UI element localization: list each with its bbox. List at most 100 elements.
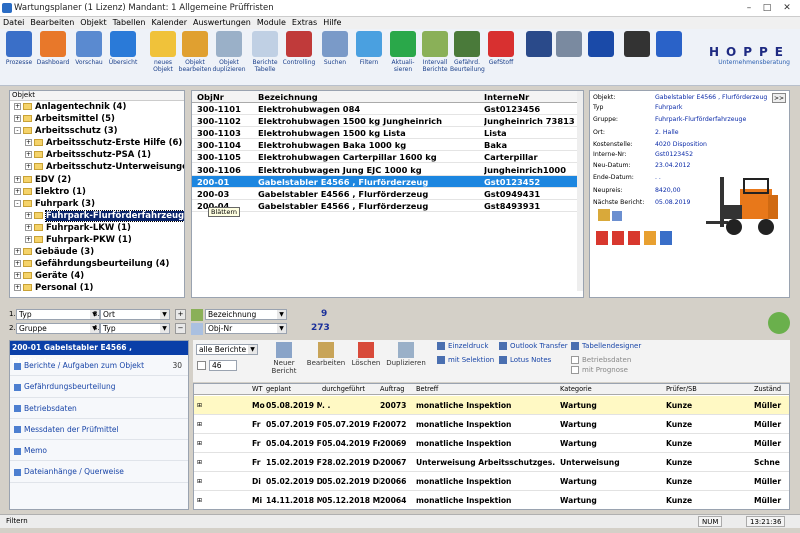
tree-node[interactable]: + Arbeitsschutz-PSA (1): [10, 149, 184, 161]
tree-node[interactable]: + Gebäude (3): [10, 246, 184, 258]
reports-column-header[interactable]: Betreff: [416, 384, 560, 395]
expand-icon[interactable]: +: [14, 103, 21, 110]
report-link-1[interactable]: Outlook Transfer: [499, 342, 568, 350]
grid-row[interactable]: 200-03 Gabelstabler E4566 , Flurförderzeu…: [192, 188, 578, 200]
report-button-3[interactable]: Duplizieren: [385, 342, 427, 367]
report-link-2[interactable]: Tabellendesigner: [571, 342, 641, 350]
menu-item-4[interactable]: Kalender: [149, 17, 191, 29]
report-link-0[interactable]: Einzeldruck: [437, 342, 488, 350]
report-filter-select[interactable]: alle Berichte ▼: [196, 344, 258, 355]
toolbar-button-12[interactable]: Intervall Berichte: [418, 31, 452, 73]
collapse-icon[interactable]: -: [14, 127, 21, 135]
filter-remove-button[interactable]: −: [175, 323, 186, 334]
tree-node[interactable]: + Fuhrpark-LKW (1): [10, 222, 184, 234]
report-button-1[interactable]: Bearbeiten: [305, 342, 347, 367]
toolbar-button-9[interactable]: Suchen: [318, 31, 352, 66]
tree-node[interactable]: - Arbeitsschutz (3): [10, 125, 184, 137]
grid-row[interactable]: 300-1102 Elektrohubwagen 1500 kg Junghein…: [192, 115, 578, 128]
document-icon[interactable]: [598, 209, 610, 221]
filter-add-button[interactable]: +: [175, 309, 186, 320]
document-icon[interactable]: [660, 231, 672, 245]
toolbar-button-3[interactable]: Übersicht: [106, 31, 140, 66]
menu-item-0[interactable]: Datei: [0, 17, 27, 29]
report-link-4[interactable]: Lotus Notes: [499, 356, 551, 364]
sidebar-item[interactable]: Dateianhänge / Querweise: [10, 461, 188, 483]
minimize-icon[interactable]: –: [742, 2, 756, 14]
toolbar-button-14[interactable]: GefStoff: [484, 31, 518, 66]
toolbar-button-5[interactable]: Objekt bearbeiten: [178, 31, 212, 73]
pdf-icon[interactable]: [596, 231, 608, 245]
report-link-3[interactable]: mit Selektion: [437, 356, 494, 364]
expand-icon[interactable]: +: [14, 175, 21, 183]
report-button-0[interactable]: Neuer Bericht: [263, 342, 305, 375]
object-tree[interactable]: Objekt + Anlagentechnik (4) + Arbeitsmittel…: [9, 90, 185, 298]
toolbar-button-18[interactable]: [620, 31, 654, 59]
filter-1-select[interactable]: Typ ▼: [16, 309, 100, 320]
filter-2-select[interactable]: Gruppe ▼: [16, 323, 100, 334]
tree-node[interactable]: + Gefährdungsbeurteilung (4): [10, 258, 184, 270]
reports-column-header[interactable]: durchgeführt: [322, 384, 380, 395]
grid-row[interactable]: 300-1105 Elektrohubwagen Carterpillar 160…: [192, 151, 578, 164]
sidebar-item[interactable]: Memo: [10, 440, 188, 462]
report-row[interactable]: ⊞ Fr 05.04.2019 Fr 05.04.2019 Fr 20069 monatl…: [194, 434, 789, 453]
expand-icon[interactable]: +: [25, 211, 32, 219]
tree-node[interactable]: + Arbeitsschutz-Unterweisungen: [10, 161, 184, 173]
grid-row[interactable]: 300-1101 Elektrohubwagen 084 Gst0123456: [192, 103, 578, 116]
filter-3-select[interactable]: Ort ▼: [100, 309, 170, 320]
sidebar-item[interactable]: Gefährdungsbeurteilung: [10, 376, 188, 398]
tree-node[interactable]: + Arbeitsschutz-Erste Hilfe (6): [10, 137, 184, 149]
expand-icon[interactable]: +: [14, 187, 21, 195]
report-link-6[interactable]: mit Prognose: [571, 366, 628, 374]
expand-icon[interactable]: ⊞: [197, 415, 202, 434]
reports-column-header[interactable]: geplant: [266, 384, 322, 395]
filter-4-select[interactable]: Typ ▼: [100, 323, 170, 334]
expand-icon[interactable]: +: [25, 236, 32, 244]
expand-icon[interactable]: +: [25, 151, 32, 159]
grid-row[interactable]: 300-1104 Elektrohubwagen Baka 1000 kg Baka: [192, 139, 578, 152]
sort-icon[interactable]: [191, 309, 203, 321]
report-row[interactable]: ⊞ Di 05.02.2019 Di 05.02.2019 Di 20066 monatl…: [194, 472, 789, 491]
reports-grid[interactable]: WT geplant durchgeführt Auftrag Betreff Kateg…: [193, 383, 790, 510]
toolbar-button-2[interactable]: Vorschau: [72, 31, 106, 66]
report-row[interactable]: ⊞ Fr 15.02.2019 Fr 28.02.2019 Do 20067 Unterw…: [194, 453, 789, 472]
tree-node[interactable]: + Geräte (4): [10, 270, 184, 282]
expand-icon[interactable]: +: [14, 248, 21, 256]
expand-icon[interactable]: ⊞: [197, 396, 202, 415]
toolbar-button-6[interactable]: Objekt duplizieren: [212, 31, 246, 73]
sort-order-icon[interactable]: [191, 323, 203, 335]
expand-icon[interactable]: ⊞: [197, 472, 202, 491]
grid-column-header[interactable]: InterneNr: [484, 91, 580, 103]
toolbar-button-10[interactable]: Filtern: [352, 31, 386, 66]
notification-badge-icon[interactable]: [768, 312, 790, 334]
toolbar-button-16[interactable]: [552, 31, 586, 59]
reports-column-header[interactable]: Kategorie: [560, 384, 666, 395]
toolbar-button-1[interactable]: Dashboard: [36, 31, 70, 66]
tree-node[interactable]: + Elektro (1): [10, 186, 184, 198]
collapse-icon[interactable]: -: [14, 199, 21, 207]
grid-row[interactable]: 200-01 Gabelstabler E4566 , Flurförderzeu…: [192, 175, 578, 188]
grid-row[interactable]: 300-1106 Elektrohubwagen Jung EJC 1000 kg…: [192, 164, 578, 176]
expand-icon[interactable]: ⊞: [197, 453, 202, 472]
tree-node[interactable]: + Fuhrpark-PKW (1): [10, 234, 184, 246]
menu-item-3[interactable]: Tabellen: [110, 17, 149, 29]
tree-node[interactable]: + Anlagentechnik (4): [10, 101, 184, 113]
tree-node[interactable]: - Fuhrpark (3): [10, 198, 184, 210]
toolbar-button-8[interactable]: Controlling: [282, 31, 316, 66]
sidebar-item[interactable]: Betriebsdaten: [10, 398, 188, 419]
toolbar-button-4[interactable]: neues Objekt: [146, 31, 180, 73]
toolbar-button-19[interactable]: [652, 31, 686, 59]
report-days-input[interactable]: 46: [209, 360, 237, 371]
expand-icon[interactable]: +: [25, 223, 32, 231]
report-row[interactable]: ⊞ Mo05.08.2019 Mo. . 20073 monatliche Inspe…: [194, 396, 789, 415]
expand-icon[interactable]: +: [14, 260, 21, 268]
reports-column-header[interactable]: WT: [252, 384, 266, 395]
tree-node[interactable]: + Personal (1): [10, 282, 184, 294]
menu-item-2[interactable]: Objekt: [77, 17, 109, 29]
menu-item-6[interactable]: Module: [254, 17, 289, 29]
sort-primary-select[interactable]: Bezeichnung ▼: [205, 309, 287, 320]
report-row[interactable]: ⊞ Fr 05.07.2019 Fr 05.07.2019 Fr 20072 monatl…: [194, 415, 789, 434]
sidebar-item[interactable]: Berichte / Aufgaben zum Objekt 30: [10, 355, 188, 377]
toolbar-button-17[interactable]: [584, 31, 618, 59]
expand-icon[interactable]: +: [14, 272, 21, 280]
expand-icon[interactable]: +: [25, 163, 32, 171]
